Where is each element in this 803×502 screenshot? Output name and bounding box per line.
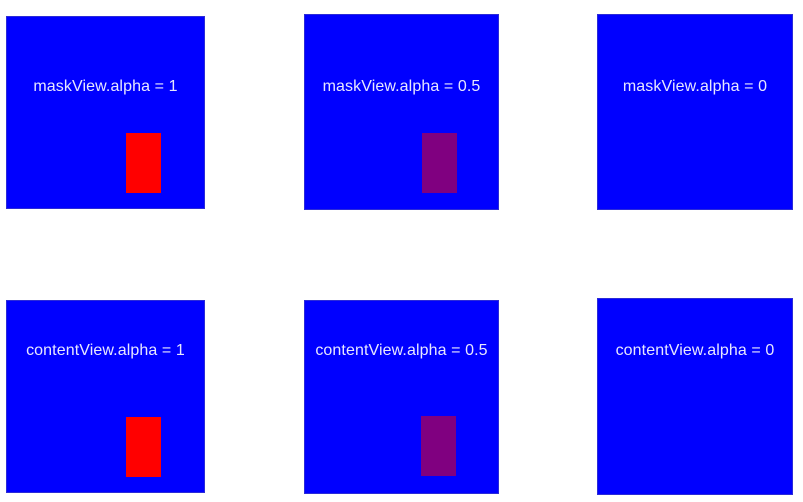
purple-swatch [421,416,456,476]
panel-label: contentView.alpha = 1 [26,342,185,359]
panel-maskview-alpha-0: maskView.alpha = 0 [597,14,793,210]
panel-maskview-alpha-0-5: maskView.alpha = 0.5 [304,14,499,210]
panel-label: maskView.alpha = 0.5 [322,78,481,95]
panel-label: maskView.alpha = 1 [33,78,178,95]
red-swatch [126,133,161,193]
panel-maskview-alpha-1: maskView.alpha = 1 [6,16,205,209]
panel-contentview-alpha-0-5: contentView.alpha = 0.5 [304,300,499,494]
panel-label: contentView.alpha = 0 [615,342,775,359]
panel-label: maskView.alpha = 0 [622,78,768,95]
panel-contentview-alpha-1: contentView.alpha = 1 [6,300,205,493]
purple-swatch [422,133,457,193]
panel-contentview-alpha-0: contentView.alpha = 0 [597,298,793,495]
red-swatch [126,417,161,477]
panel-label: contentView.alpha = 0.5 [315,342,488,359]
